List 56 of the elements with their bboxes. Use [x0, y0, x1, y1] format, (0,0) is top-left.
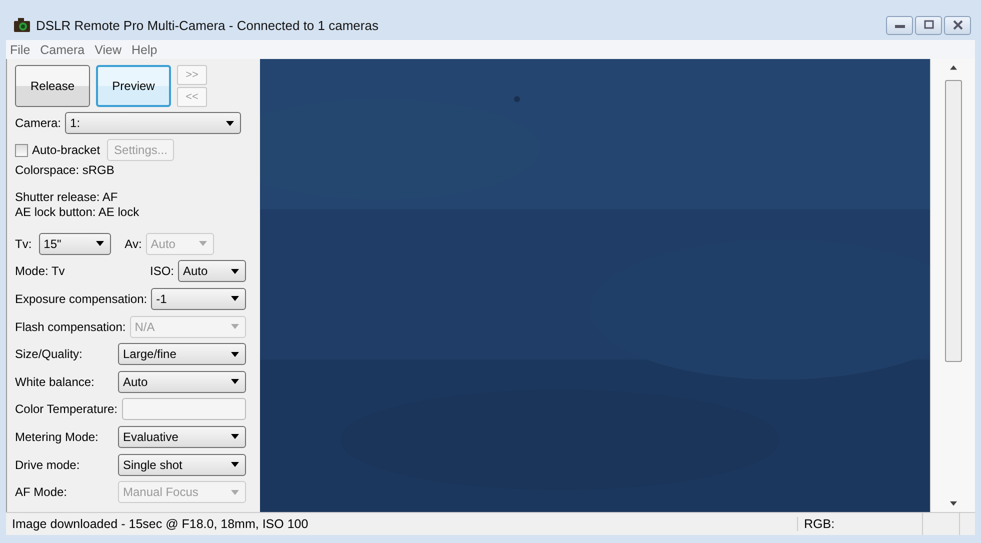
- caret-icon: [231, 462, 239, 468]
- close-icon: [950, 20, 964, 30]
- minimize-button[interactable]: [886, 16, 913, 34]
- tv-dropdown[interactable]: 15": [38, 232, 111, 255]
- field-label: White balance:: [15, 374, 96, 389]
- field-label: Exposure compensation:: [15, 292, 148, 306]
- menu-item[interactable]: File: [10, 42, 30, 56]
- field-label: Drive mode:: [15, 458, 81, 472]
- menu-item[interactable]: Help: [132, 42, 158, 56]
- iso-dropdown[interactable]: Auto: [178, 260, 246, 282]
- menu-item[interactable]: View: [94, 42, 122, 56]
- caret-icon: [231, 268, 239, 274]
- scrollbar-thumb[interactable]: [944, 80, 962, 362]
- info-text: Shutter release: AF: [15, 190, 119, 205]
- setting-dropdown[interactable]: Evaluative: [118, 426, 246, 448]
- maximize-icon: [922, 20, 936, 30]
- caret-icon: [226, 120, 234, 126]
- checkbox-label: Auto-bracket: [32, 143, 100, 157]
- setting-dropdown[interactable]: Large/fine: [118, 343, 246, 366]
- info-text: AE lock button: AE lock: [15, 205, 140, 220]
- status-text: RGB:: [797, 517, 922, 531]
- menu-item[interactable]: Camera: [40, 42, 85, 56]
- field-label: Color Temperature:: [15, 402, 118, 416]
- setting-dropdown[interactable]: -1: [151, 288, 246, 310]
- maximize-button[interactable]: [915, 16, 942, 34]
- close-button[interactable]: [944, 16, 971, 34]
- caret-icon: [231, 296, 239, 302]
- caret-icon: [231, 490, 239, 495]
- caret-icon: [231, 434, 239, 440]
- checkbox[interactable]: [15, 144, 28, 156]
- input-field[interactable]: [122, 398, 246, 420]
- field-label: AF Mode:: [15, 485, 68, 500]
- preview-button[interactable]: Preview: [96, 65, 171, 107]
- caret-icon: [198, 241, 207, 246]
- setting-dropdown[interactable]: Auto: [118, 370, 246, 393]
- caret-icon: [231, 324, 239, 330]
- release-button[interactable]: Release: [15, 65, 90, 107]
- camera-icon: [14, 18, 30, 32]
- setting-dropdown[interactable]: Single shot: [118, 454, 246, 476]
- field-label: Tv:: [15, 236, 32, 251]
- caret-icon: [96, 241, 104, 246]
- field-label: ISO:: [150, 264, 174, 278]
- camera-dropdown[interactable]: 1:: [65, 112, 242, 134]
- field-label: Camera:: [15, 116, 62, 130]
- field-label: Av:: [124, 236, 142, 251]
- mode-text: Mode: Tv: [15, 264, 65, 278]
- field-label: Flash compensation:: [15, 320, 126, 334]
- status-text: Image downloaded - 15sec @ F18.0, 18mm, ISO 100: [11, 517, 310, 531]
- scroll-down-icon[interactable]: [950, 501, 956, 506]
- info-text: Colorspace: sRGB: [15, 163, 116, 178]
- scroll-up-icon[interactable]: [950, 65, 956, 70]
- caret-icon: [231, 352, 239, 357]
- field-label: Metering Mode:: [15, 430, 99, 444]
- field-label: Size/Quality:: [15, 347, 84, 362]
- window-title: DSLR Remote Pro Multi-Camera - Connected to 1 cameras: [36, 18, 378, 32]
- caret-icon: [231, 379, 239, 384]
